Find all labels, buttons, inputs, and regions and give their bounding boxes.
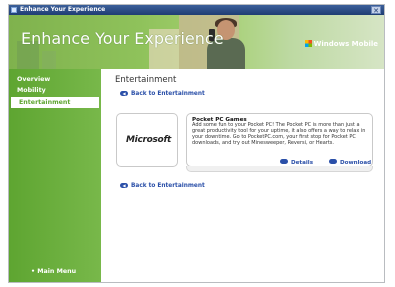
header-banner: Enhance Your Experience Windows Mobile [9, 15, 384, 69]
product-card: Microsoft Pocket PC Games Add some fun t… [116, 113, 373, 172]
back-link-label: Back to Entertainment [131, 183, 205, 189]
banner-building [42, 51, 56, 69]
details-button[interactable]: Details [280, 159, 313, 166]
details-arrow-icon [280, 159, 288, 164]
back-arrow-icon: ◀ [120, 183, 128, 188]
window-title: Enhance Your Experience [20, 6, 106, 13]
product-details: Pocket PC Games Add some fun to your Poc… [186, 113, 373, 167]
main-content: Entertainment ◀ Back to Entertainment Mic… [101, 69, 384, 282]
close-icon[interactable]: ✕ [371, 6, 381, 15]
back-to-entertainment-link-top[interactable]: ◀ Back to Entertainment [120, 91, 205, 97]
download-arrow-icon [329, 159, 337, 164]
main-menu-link[interactable]: • Main Menu [31, 268, 76, 275]
card-footer-strip [186, 166, 373, 172]
sidebar-item-overview[interactable]: Overview [9, 74, 101, 85]
product-description: Add some fun to your Pocket PC! The Pock… [192, 122, 366, 146]
microsoft-logo: Microsoft [126, 135, 172, 145]
download-button[interactable]: Download [329, 159, 371, 166]
sidebar: Overview Mobility Entertainment • Main M… [9, 69, 101, 282]
app-icon [11, 7, 17, 13]
back-arrow-icon: ◀ [120, 91, 128, 96]
app-window: Enhance Your Experience ✕ Enhance Your E… [8, 4, 385, 283]
sidebar-item-mobility[interactable]: Mobility [9, 85, 101, 96]
back-to-entertainment-link-bottom[interactable]: ◀ Back to Entertainment [120, 183, 205, 189]
sidebar-item-entertainment[interactable]: Entertainment [11, 97, 99, 108]
page-title: Entertainment [115, 75, 177, 85]
banner-heading: Enhance Your Experience [21, 29, 224, 48]
microsoft-logo-box: Microsoft [116, 113, 178, 167]
windows-flag-icon [304, 40, 312, 47]
back-link-label: Back to Entertainment [131, 91, 205, 97]
title-bar[interactable]: Enhance Your Experience ✕ [9, 5, 384, 15]
windows-mobile-logo: Windows Mobile [304, 40, 378, 48]
brand-label: Windows Mobile [313, 40, 378, 48]
